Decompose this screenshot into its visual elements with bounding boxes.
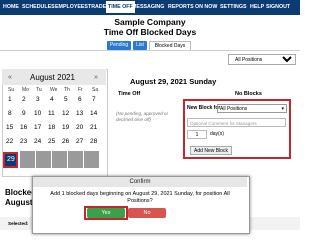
- manager-comment-input[interactable]: Optional Comment for Managers: [187, 118, 286, 127]
- calendar-day[interactable]: 13: [76, 110, 83, 117]
- tab-pending[interactable]: Pending: [107, 41, 131, 50]
- confirm-no-button[interactable]: No: [128, 208, 166, 218]
- selected-day-label: 29: [7, 156, 15, 163]
- new-block-position-select[interactable]: All Positions ▾: [217, 104, 287, 113]
- calendar-day[interactable]: 17: [34, 124, 41, 131]
- calendar-day-empty: [20, 151, 35, 168]
- weekday-label: Tu: [36, 87, 42, 93]
- time-off-empty-message: (No pending, approved or declined time o…: [116, 111, 169, 122]
- weekday-label: Su: [8, 87, 15, 93]
- calendar-day[interactable]: 5: [64, 96, 68, 103]
- calendar-day[interactable]: 10: [34, 110, 41, 117]
- page-title: Time Off Blocked Days: [103, 27, 197, 37]
- top-nav: HOME SCHEDULES EMPLOYEES TRADES TIME OFF…: [0, 0, 300, 15]
- nav-help[interactable]: HELP: [250, 4, 264, 10]
- weekday-label: Fr: [78, 87, 83, 93]
- calendar-day[interactable]: 28: [90, 138, 97, 145]
- calendar-day-empty: [68, 151, 83, 168]
- next-month-icon[interactable]: »: [94, 74, 98, 81]
- tab-list[interactable]: List: [133, 41, 147, 50]
- nav-employees[interactable]: EMPLOYEES: [55, 4, 88, 10]
- new-block-position-value: All Positions: [220, 106, 248, 112]
- calendar-day[interactable]: 25: [48, 138, 55, 145]
- calendar-day[interactable]: 19: [62, 124, 69, 131]
- time-off-label: Time Off: [118, 91, 141, 97]
- calendar-day[interactable]: 22: [6, 138, 13, 145]
- days-unit-label: day(s): [210, 131, 224, 137]
- calendar-day[interactable]: 1: [8, 96, 12, 103]
- selected-label: Selected:: [8, 221, 29, 226]
- confirm-dialog-message: Add 1 blocked days beginning on August 2…: [50, 191, 230, 204]
- nav-messaging[interactable]: MESSAGING: [132, 4, 164, 10]
- calendar-day[interactable]: 11: [48, 110, 55, 117]
- calendar-day[interactable]: 8: [8, 110, 12, 117]
- calendar-day[interactable]: 7: [92, 96, 96, 103]
- calendar-month-label: August 2021: [30, 73, 75, 82]
- weekday-label: Mo: [22, 87, 29, 93]
- block-days-input[interactable]: 1: [187, 130, 207, 139]
- position-filter-select[interactable]: All Positions: [228, 54, 296, 65]
- confirm-dialog-title: Confirm: [33, 177, 247, 187]
- calendar-day[interactable]: 14: [90, 110, 97, 117]
- calendar-day[interactable]: 3: [36, 96, 40, 103]
- confirm-yes-button[interactable]: Yes: [87, 208, 125, 218]
- calendar-day-empty: [84, 151, 99, 168]
- calendar-day-empty: [52, 151, 67, 168]
- calendar-day[interactable]: 12: [62, 110, 69, 117]
- calendar-day[interactable]: 6: [78, 96, 82, 103]
- calendar-day[interactable]: 2: [22, 96, 26, 103]
- weekday-label: We: [50, 87, 58, 93]
- nav-on-now[interactable]: ON NOW: [195, 4, 217, 10]
- calendar-day-selected[interactable]: 29: [3, 152, 18, 168]
- calendar-day[interactable]: 27: [76, 138, 83, 145]
- no-blocks-label: No Blocks: [235, 91, 262, 97]
- company-name: Sample Company: [114, 17, 186, 27]
- nav-settings[interactable]: SETTINGS: [220, 4, 247, 10]
- add-new-block-button[interactable]: Add New Block: [190, 146, 232, 155]
- selected-date-title: August 29, 2021 Sunday: [130, 77, 217, 86]
- calendar-day[interactable]: 15: [6, 124, 13, 131]
- nav-reports[interactable]: REPORTS: [168, 4, 194, 10]
- new-block-label: New Block for: [187, 105, 221, 111]
- calendar-day-empty: [36, 151, 51, 168]
- nav-time-off[interactable]: TIME OFF: [106, 1, 135, 13]
- calendar-day[interactable]: 18: [48, 124, 55, 131]
- calendar-day[interactable]: 23: [20, 138, 27, 145]
- nav-schedules[interactable]: SCHEDULES: [22, 4, 55, 10]
- prev-month-icon[interactable]: «: [8, 74, 12, 81]
- calendar-day[interactable]: 9: [22, 110, 26, 117]
- calendar-day[interactable]: 20: [76, 124, 83, 131]
- chevron-down-icon: ▾: [281, 106, 284, 112]
- tab-divider: [0, 50, 300, 51]
- nav-home[interactable]: HOME: [3, 4, 19, 10]
- weekday-label: Th: [64, 87, 70, 93]
- calendar-day[interactable]: 21: [90, 124, 97, 131]
- calendar-day[interactable]: 16: [20, 124, 27, 131]
- calendar-day[interactable]: 24: [34, 138, 41, 145]
- calendar-day[interactable]: 4: [50, 96, 54, 103]
- calendar-day[interactable]: 26: [62, 138, 69, 145]
- nav-signout[interactable]: SIGNOUT: [266, 4, 290, 10]
- weekday-label: Sa: [92, 87, 99, 93]
